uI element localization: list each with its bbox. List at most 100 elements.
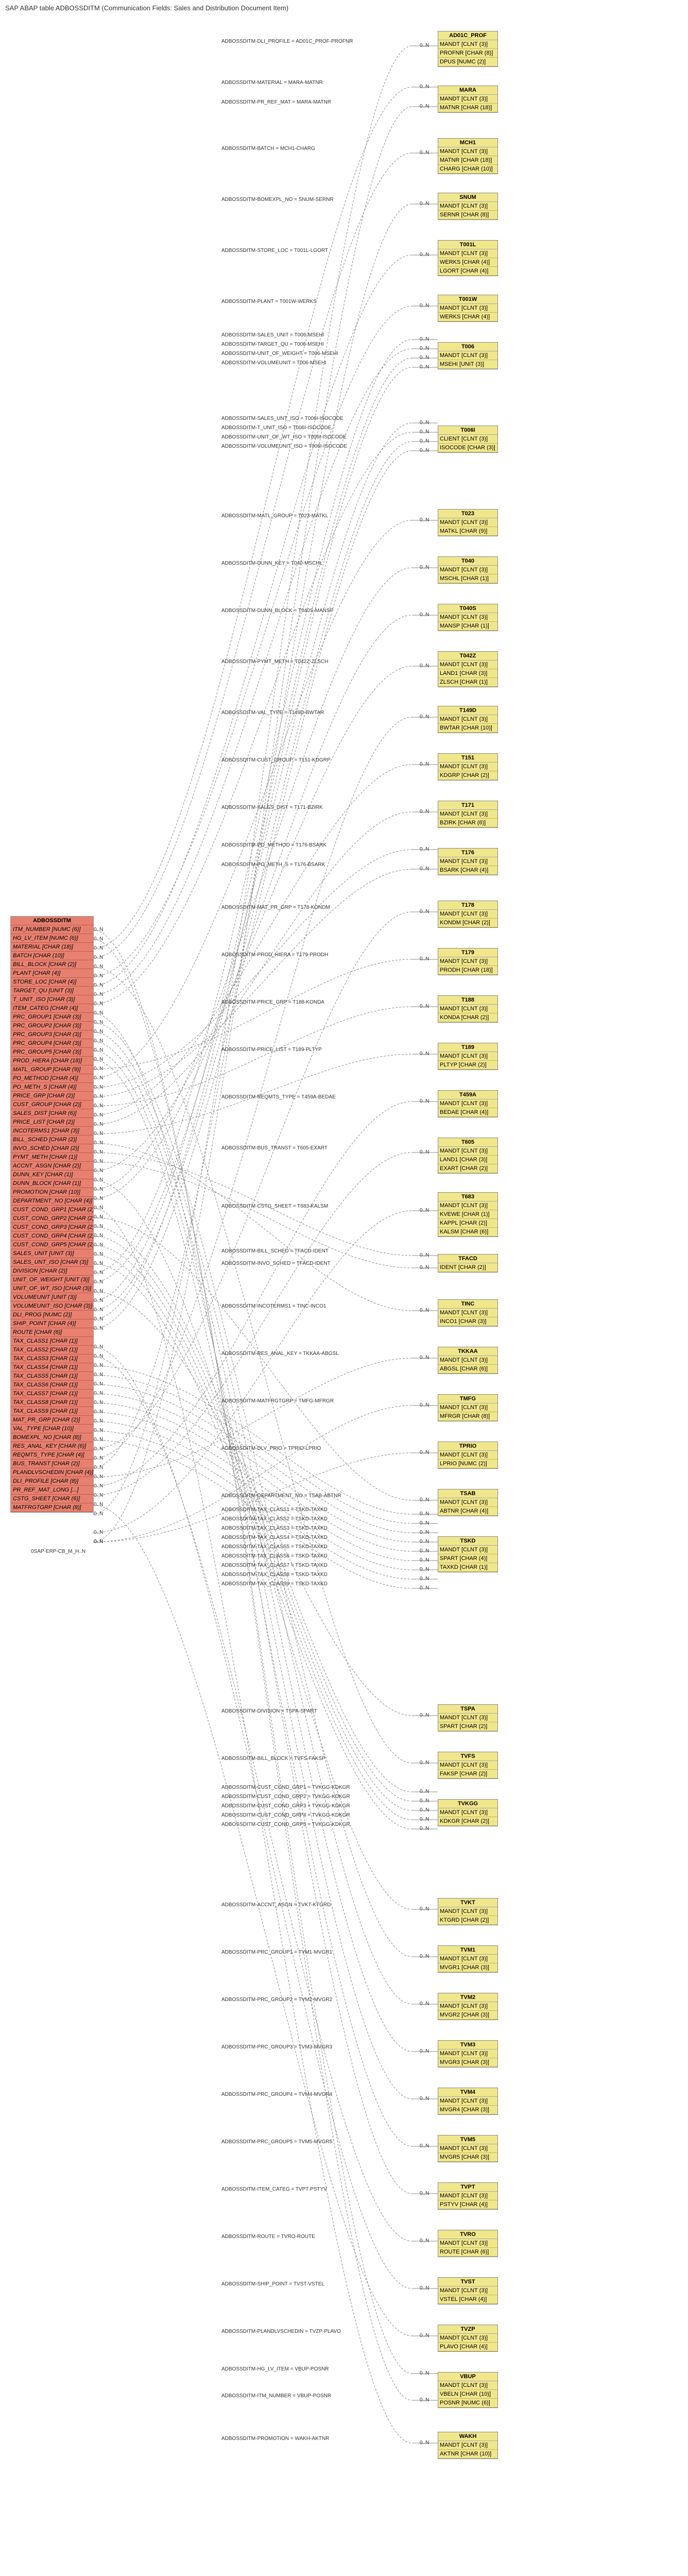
target-field: BWTAR [CHAR (10)] bbox=[438, 724, 497, 733]
cardinality-target: 0..N bbox=[420, 1807, 429, 1813]
target-field: WERKS [CHAR (4)] bbox=[438, 258, 497, 267]
cardinality-target: 0..N bbox=[420, 1149, 429, 1155]
cardinality-source: 0..N bbox=[94, 1177, 103, 1183]
cardinality-source: 0..N bbox=[94, 1446, 103, 1452]
main-field: HG_LV_ITEM [NUMC (6)] bbox=[11, 934, 93, 943]
main-field: UNIT_OF_WT_ISO [CHAR (3)] bbox=[11, 1284, 93, 1293]
target-table: TSPAMANDT [CLNT (3)]SPART [CHAR (2)] bbox=[438, 1704, 498, 1732]
cardinality-target: 0..N bbox=[420, 1308, 429, 1313]
cardinality-source: 0..N bbox=[94, 1084, 103, 1090]
relation-label: ADBOSSDITM-CUST_COND_GRP1 = TVKGG-KDKGR bbox=[221, 1785, 350, 1790]
target-field: LPRIO [NUMC (2)] bbox=[438, 1460, 497, 1468]
target-field: PROFNR [CHAR (8)] bbox=[438, 49, 497, 58]
main-field: CUST_GROUP [CHAR (2)] bbox=[11, 1100, 93, 1109]
target-field: MANDT [CLNT (3)] bbox=[438, 1498, 497, 1507]
target-field: MANDT [CLNT (3)] bbox=[438, 1356, 497, 1365]
target-field: MANDT [CLNT (3)] bbox=[438, 1808, 497, 1817]
target-table-name: T001L bbox=[438, 241, 497, 249]
relation-label: ADBOSSDITM-BILL_SCHED = TFACD-IDENT bbox=[221, 1248, 329, 1254]
target-field: VBELN [CHAR (10)] bbox=[438, 2390, 497, 2399]
cardinality-target: 0..N bbox=[420, 612, 429, 618]
cardinality-source: 0..N bbox=[94, 1307, 103, 1313]
target-field: MANDT [CLNT (3)] bbox=[438, 202, 497, 211]
main-field: SHIP_POINT [CHAR (4)] bbox=[11, 1319, 93, 1328]
target-field: MANDT [CLNT (3)] bbox=[438, 613, 497, 622]
cardinality-target: 0..N bbox=[420, 420, 429, 426]
target-field: MANDT [CLNT (3)] bbox=[438, 715, 497, 724]
target-field: BEDAE [CHAR (4)] bbox=[438, 1108, 497, 1117]
target-field: KVEWE [CHAR (1)] bbox=[438, 1210, 497, 1219]
target-table-name: T001W bbox=[438, 295, 497, 304]
cardinality-source: 0..N bbox=[94, 1270, 103, 1276]
cardinality-target: 0..N bbox=[420, 2143, 429, 2149]
target-table: TVZPMANDT [CLNT (3)]PLAVO [CHAR (4)] bbox=[438, 2325, 498, 2352]
target-field: MANDT [CLNT (3)] bbox=[438, 1309, 497, 1317]
relation-label: ADBOSSDITM-CSTG_SHEET = T683-KALSM bbox=[221, 1204, 328, 1209]
target-table-name: TSAB bbox=[438, 1489, 497, 1498]
main-field: PRICE_LIST [CHAR (2)] bbox=[11, 1118, 93, 1127]
relation-label: ADBOSSDITM-MAT_PR_GRP = T178-KONDM bbox=[221, 905, 330, 910]
relation-label: ADBOSSDITM-MATFRGTGRP = TMFG-MFRGR bbox=[221, 1398, 334, 1404]
relation-label: ADBOSSDITM-PRC_GROUP4 = TVM4-MVGR4 bbox=[221, 2092, 332, 2097]
target-field: MANDT [CLNT (3)] bbox=[438, 1147, 497, 1156]
cardinality-target: 0..N bbox=[420, 150, 429, 156]
cardinality-source: 0..N bbox=[94, 1159, 103, 1164]
main-field: PRC_GROUP4 [CHAR (3)] bbox=[11, 1039, 93, 1048]
target-field: DPUS [NUMC (2)] bbox=[438, 58, 497, 66]
target-table-name: T151 bbox=[438, 754, 497, 762]
target-table: TVM5MANDT [CLNT (3)]MVGR5 [CHAR (3)] bbox=[438, 2135, 498, 2162]
target-table: T178MANDT [CLNT (3)]KONDM [CHAR (2)] bbox=[438, 901, 498, 928]
cardinality-target: 0..N bbox=[420, 252, 429, 258]
relation-label: ADBOSSDITM-PLANDLVSCHEDIN = TVZP-PLAVO bbox=[221, 2329, 341, 2334]
relation-label: ADBOSSDITM-PRICE_GRP = T188-KONDA bbox=[221, 999, 324, 1005]
main-field: PRC_GROUP1 [CHAR (3)] bbox=[11, 1013, 93, 1022]
main-field: CUST_COND_GRP3 [CHAR (2)] bbox=[11, 1223, 93, 1232]
target-table-name: T188 bbox=[438, 996, 497, 1005]
cardinality-source: 0..N bbox=[94, 1530, 103, 1535]
cardinality-source: 0..N bbox=[94, 1493, 103, 1498]
target-table: SNUMMANDT [CLNT (3)]SERNR [CHAR (8)] bbox=[438, 193, 498, 220]
cardinality-target: 0..N bbox=[420, 1355, 429, 1361]
cardinality-target: 0..N bbox=[420, 1098, 429, 1104]
relation-label: ADBOSSDITM-HG_LV_ITEM = VBUP-POSNR bbox=[221, 2366, 329, 2372]
relation-label: ADBOSSDITM-SALES_UNT_ISO = T006I-ISOCODE bbox=[221, 416, 343, 421]
cardinality-source: 0..N bbox=[94, 1483, 103, 1489]
cardinality-source: 0..N bbox=[94, 936, 103, 942]
cardinality-source: 0..N bbox=[94, 1298, 103, 1303]
target-field: MANDT [CLNT (3)] bbox=[438, 147, 497, 156]
cardinality-source: 0..N bbox=[94, 1168, 103, 1174]
main-field: BOMEXPL_NO [CHAR (8)] bbox=[11, 1433, 93, 1442]
target-field: POSNR [NUMC (6)] bbox=[438, 2399, 497, 2408]
main-field: DUNN_BLOCK [CHAR (1)] bbox=[11, 1179, 93, 1188]
cardinality-target: 0..N bbox=[420, 909, 429, 914]
main-field: INVO_SCHED [CHAR (2)] bbox=[11, 1144, 93, 1153]
target-field: KTGRD [CHAR (2)] bbox=[438, 1916, 497, 1925]
main-field: PR_REF_MAT_LONG [...] bbox=[11, 1486, 93, 1495]
target-field: MANDT [CLNT (3)] bbox=[438, 1403, 497, 1412]
cardinality-source: 0..N bbox=[94, 1196, 103, 1201]
relation-label: ADBOSSDITM-TAX_CLASS3 = TSKD-TAXKD bbox=[221, 1526, 328, 1531]
relation-label: ADBOSSDITM-BATCH = MCH1-CHARG bbox=[221, 146, 315, 151]
target-table-name: TMFG bbox=[438, 1395, 497, 1403]
main-field: SALES_UNIT [UNIT (3)] bbox=[11, 1249, 93, 1258]
target-field: MANDT [CLNT (3)] bbox=[438, 857, 497, 866]
cardinality-target: 0..N bbox=[420, 714, 429, 720]
cardinality-target: 0..N bbox=[420, 1051, 429, 1057]
main-field: TAX_CLASS3 [CHAR (1)] bbox=[11, 1354, 93, 1363]
cardinality-target: 0..N bbox=[420, 1713, 429, 1718]
main-field: STORE_LOC [CHAR (4)] bbox=[11, 978, 93, 987]
relation-label: ADBOSSDITM-PO_METH_S = T176-BSARK bbox=[221, 862, 325, 868]
target-field: LAND1 [CHAR (3)] bbox=[438, 1156, 497, 1164]
target-table: TPRIOMANDT [CLNT (3)]LPRIO [NUMC (2)] bbox=[438, 1442, 498, 1469]
cardinality-source: 0..N bbox=[94, 1437, 103, 1443]
footer-text: 0SAP-ERP-CB_M_H..N bbox=[31, 1549, 85, 1554]
target-table-name: TVRO bbox=[438, 2230, 497, 2239]
target-field: MANDT [CLNT (3)] bbox=[438, 518, 497, 527]
relation-label: ADBOSSDITM-ITM_NUMBER = VBUP-POSNR bbox=[221, 2393, 331, 2399]
target-field: IDENT [CHAR (2)] bbox=[438, 1263, 497, 1272]
target-table: TVKGGMANDT [CLNT (3)]KDKGR [CHAR (2)] bbox=[438, 1799, 498, 1826]
relation-label: ADBOSSDITM-INVO_SCHED = TFACD-IDENT bbox=[221, 1261, 331, 1266]
cardinality-source: 0..N bbox=[94, 973, 103, 979]
target-field: MVGR1 [CHAR (3)] bbox=[438, 1963, 497, 1972]
target-table: TVKTMANDT [CLNT (3)]KTGRD [CHAR (2)] bbox=[438, 1898, 498, 1925]
